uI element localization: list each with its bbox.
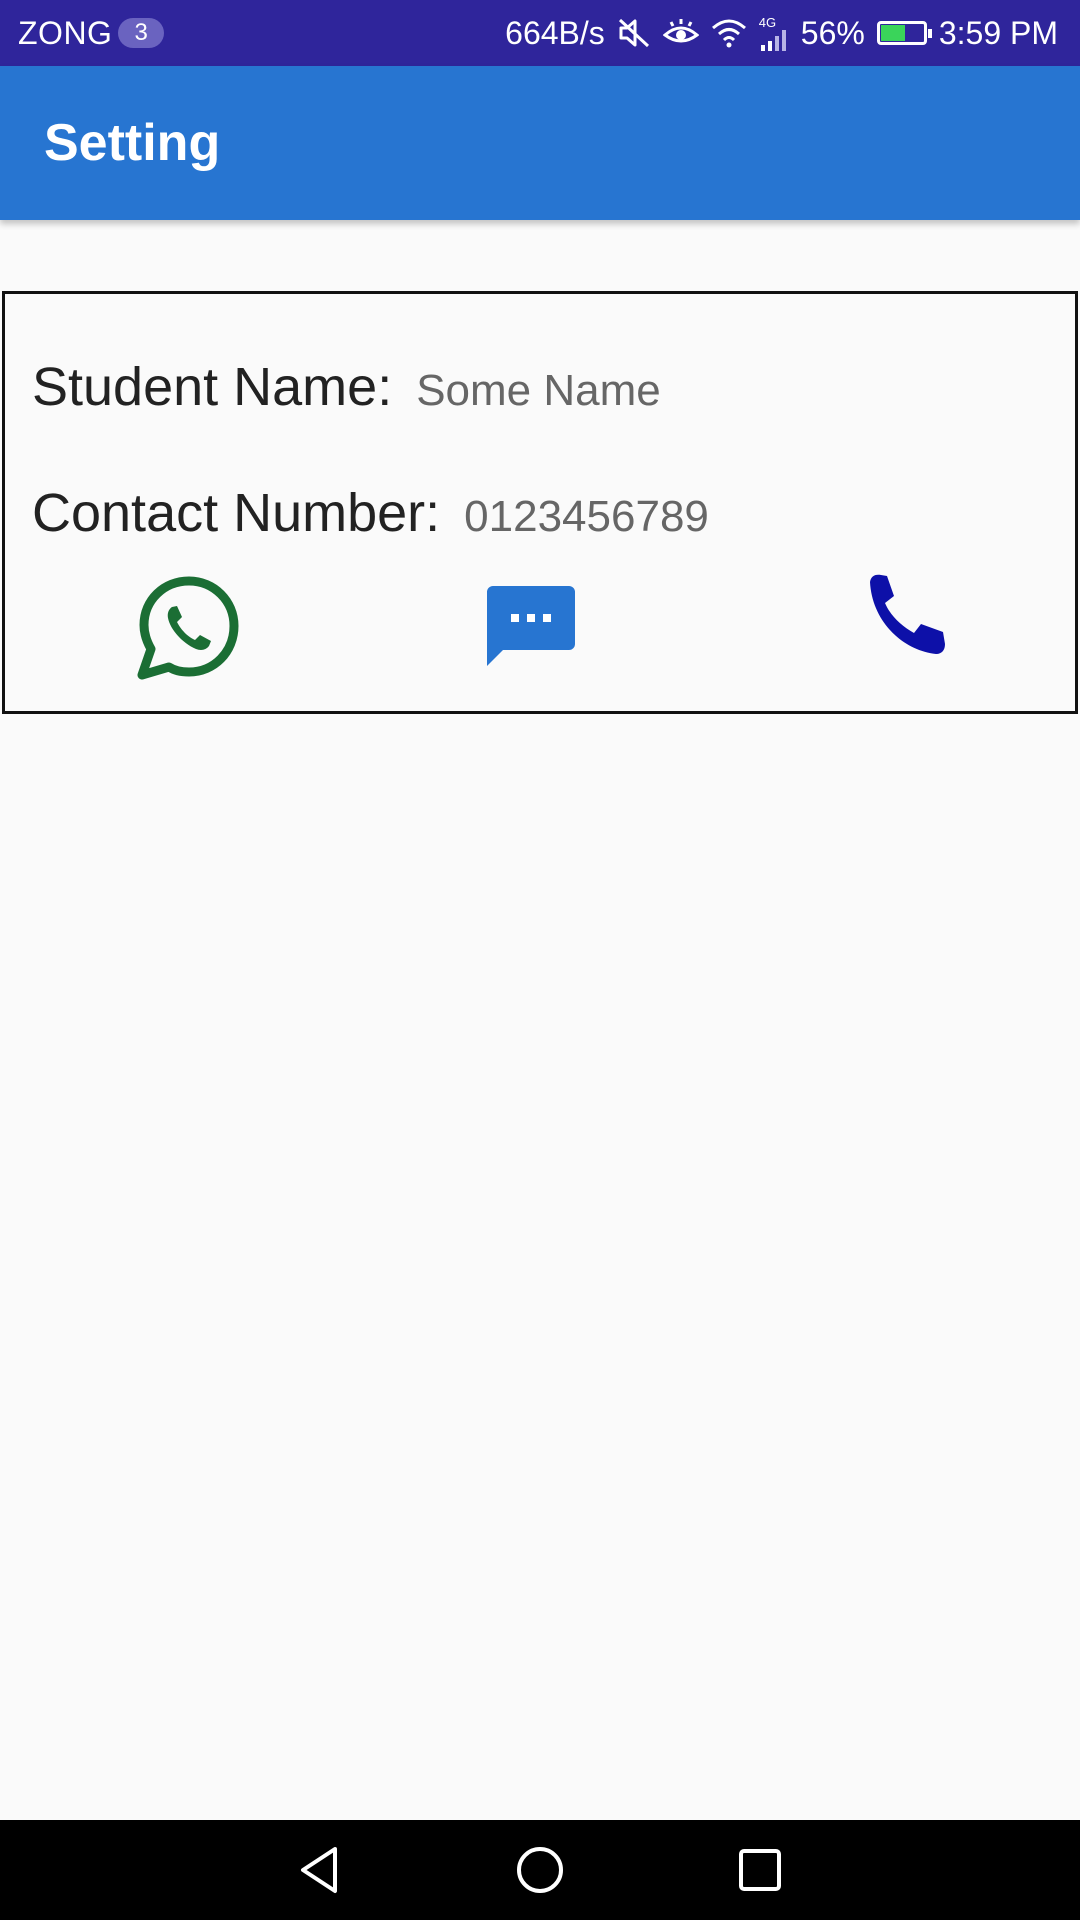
home-button[interactable] xyxy=(480,1820,600,1920)
recents-button[interactable] xyxy=(700,1820,820,1920)
network-speed: 664B/s xyxy=(505,14,605,51)
student-name-row: Student Name: Some Name xyxy=(32,356,661,418)
back-button[interactable] xyxy=(260,1820,380,1920)
phone-icon xyxy=(870,574,945,654)
carrier-name: ZONG xyxy=(18,14,113,51)
page-title: Setting xyxy=(44,114,221,172)
contact-number-value: 0123456789 xyxy=(464,492,709,541)
recents-icon xyxy=(739,1849,781,1891)
sim-badge: 3 xyxy=(118,18,164,48)
student-name-label: Student Name: xyxy=(32,357,393,417)
message-button[interactable] xyxy=(485,584,577,674)
signal-icon: 4G xyxy=(759,16,789,51)
contact-number-row: Contact Number: 0123456789 xyxy=(32,482,709,544)
clock: 3:59 PM xyxy=(938,14,1058,51)
back-icon xyxy=(301,1847,337,1893)
whatsapp-icon xyxy=(137,576,239,680)
home-icon xyxy=(517,1847,563,1893)
battery-icon xyxy=(876,21,932,45)
wifi-icon xyxy=(711,18,747,48)
student-card: Student Name: Some Name Contact Number: … xyxy=(2,291,1078,714)
eye-comfort-icon xyxy=(662,18,699,48)
student-name-value: Some Name xyxy=(416,366,661,415)
call-button[interactable] xyxy=(865,572,949,656)
battery-fill xyxy=(880,25,906,41)
app-bar: Setting xyxy=(0,66,1080,220)
message-icon xyxy=(487,586,575,666)
status-bar: ZONG 3 664B/s 4G 56% 3:59 PM xyxy=(0,0,1080,66)
status-right: 664B/s 4G 56% 3:59 PM xyxy=(493,15,1058,52)
navigation-bar xyxy=(0,1820,1080,1920)
contact-number-label: Contact Number: xyxy=(32,483,441,543)
battery-percent: 56% xyxy=(800,14,865,51)
whatsapp-button[interactable] xyxy=(136,575,242,681)
mute-icon xyxy=(617,17,651,49)
network-type: 4G xyxy=(758,14,777,30)
screen: ZONG 3 664B/s 4G 56% 3:59 PM Setting Stu… xyxy=(0,0,1080,1920)
status-left: ZONG 3 xyxy=(18,15,164,52)
